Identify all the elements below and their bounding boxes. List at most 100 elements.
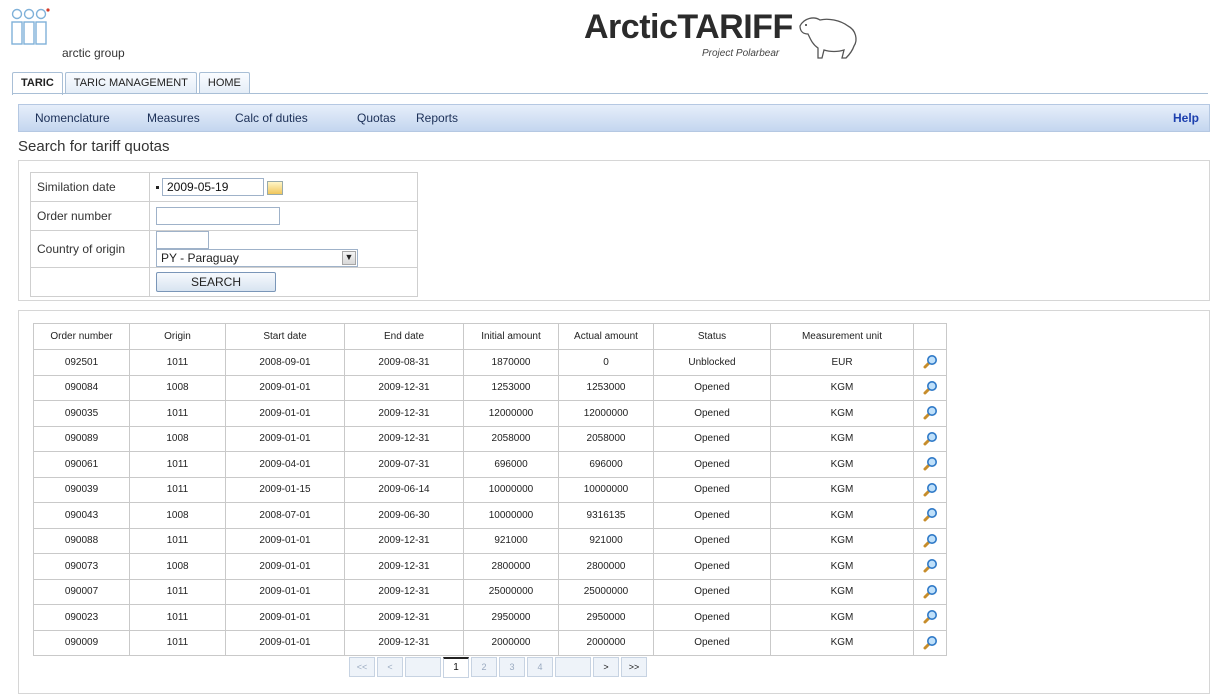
cell-origin: 1008 [129,374,226,401]
pager-first-button[interactable]: << [349,657,375,677]
menu-item-nomenclature[interactable]: Nomenclature [35,105,110,131]
pagination: << < 1 2 3 4 > >> [349,657,649,679]
menu-item-measures[interactable]: Measures [147,105,200,131]
cell-measurement-unit: KGM [770,502,914,529]
cell-order-number: 090088 [33,527,130,554]
tab-home[interactable]: HOME [198,72,250,93]
table-row: 090009 1011 2009-01-01 2009-12-31 2000000 200… [33,629,947,656]
cell-start-date: 2008-09-01 [225,349,345,376]
magnifier-icon[interactable] [922,431,938,447]
cell-end-date: 2009-12-31 [344,527,464,554]
cell-action [913,374,947,401]
tab-taric-management[interactable]: TARIC MANAGEMENT [64,72,197,93]
pager-page-4[interactable]: 4 [527,657,553,677]
cell-action [913,604,947,631]
cell-initial-amount: 2058000 [463,425,559,452]
cell-action [913,476,947,503]
tab-divider [12,93,1208,94]
cell-end-date: 2009-12-31 [344,578,464,605]
cell-initial-amount: 10000000 [463,502,559,529]
cell-status: Opened [653,553,771,580]
country-select-value: PY - Paraguay [161,251,239,265]
cell-start-date: 2009-01-01 [225,553,345,580]
table-row: 090023 1011 2009-01-01 2009-12-31 2950000 295… [33,604,947,631]
col-header-start-date: Start date [225,323,345,350]
cell-start-date: 2009-01-15 [225,476,345,503]
cell-order-number: 090084 [33,374,130,401]
menu-item-calc-of-duties[interactable]: Calc of duties [235,105,308,131]
cell-order-number: 090043 [33,502,130,529]
cell-end-date: 2009-12-31 [344,400,464,427]
cell-measurement-unit: KGM [770,604,914,631]
cell-actual-amount: 1253000 [558,374,654,401]
magnifier-icon[interactable] [922,380,938,396]
magnifier-icon[interactable] [922,482,938,498]
cell-initial-amount: 2950000 [463,604,559,631]
search-button[interactable]: SEARCH [156,272,276,292]
cell-measurement-unit: KGM [770,578,914,605]
menu-item-quotas[interactable]: Quotas [357,105,396,131]
magnifier-icon[interactable] [922,456,938,472]
pager-page-3[interactable]: 3 [499,657,525,677]
help-link[interactable]: Help [1173,105,1199,131]
cell-end-date: 2009-06-30 [344,502,464,529]
table-header-row: Order number Origin Start date End date … [33,323,947,350]
cell-status: Opened [653,476,771,503]
magnifier-icon[interactable] [922,354,938,370]
simulation-date-label: Similation date [30,172,150,202]
magnifier-icon[interactable] [922,635,938,651]
pager-last-button[interactable]: >> [621,657,647,677]
cell-start-date: 2009-01-01 [225,629,345,656]
cell-action [913,578,947,605]
cell-origin: 1011 [129,527,226,554]
cell-action [913,553,947,580]
magnifier-icon[interactable] [922,405,938,421]
top-tabs: TARIC TARIC MANAGEMENT HOME [12,72,250,95]
cell-actual-amount: 9316135 [558,502,654,529]
country-select[interactable]: PY - Paraguay ▼ [156,249,358,267]
pager-prev-button[interactable]: < [377,657,403,677]
cell-actual-amount: 25000000 [558,578,654,605]
magnifier-icon[interactable] [922,609,938,625]
cell-initial-amount: 1253000 [463,374,559,401]
magnifier-icon[interactable] [922,584,938,600]
pager-page-2[interactable]: 2 [471,657,497,677]
magnifier-icon[interactable] [922,558,938,574]
pager-page-1[interactable]: 1 [443,657,469,678]
cell-action [913,451,947,478]
cell-measurement-unit: KGM [770,425,914,452]
calendar-icon[interactable] [267,180,283,195]
table-row: 090043 1008 2008-07-01 2009-06-30 10000000 93… [33,502,947,529]
cell-status: Opened [653,400,771,427]
cell-start-date: 2009-01-01 [225,400,345,427]
cell-origin: 1011 [129,629,226,656]
cell-actual-amount: 12000000 [558,400,654,427]
pager-next-button[interactable]: > [593,657,619,677]
main-menu-bar: Nomenclature Measures Calc of duties Quo… [18,104,1210,132]
chevron-down-icon[interactable]: ▼ [342,251,356,265]
empty-cell [30,267,150,297]
pager-spacer [555,657,591,677]
simulation-date-input[interactable] [162,178,264,196]
cell-status: Opened [653,527,771,554]
cell-action [913,425,947,452]
col-header-initial-amount: Initial amount [463,323,559,350]
cell-status: Opened [653,425,771,452]
magnifier-icon[interactable] [922,533,938,549]
country-code-input[interactable] [156,231,209,249]
tab-taric[interactable]: TARIC [12,72,63,95]
cell-measurement-unit: KGM [770,553,914,580]
order-number-input[interactable] [156,207,280,225]
cell-end-date: 2009-12-31 [344,374,464,401]
cell-start-date: 2009-01-01 [225,425,345,452]
cell-actual-amount: 921000 [558,527,654,554]
cell-end-date: 2009-12-31 [344,553,464,580]
cell-origin: 1011 [129,451,226,478]
menu-item-reports[interactable]: Reports [416,105,458,131]
table-row: 090088 1011 2009-01-01 2009-12-31 921000 9210… [33,527,947,554]
table-row: 092501 1011 2008-09-01 2009-08-31 1870000 0 Un… [33,349,947,376]
cell-initial-amount: 696000 [463,451,559,478]
table-row: 090089 1008 2009-01-01 2009-12-31 2058000 205… [33,425,947,452]
magnifier-icon[interactable] [922,507,938,523]
cell-actual-amount: 696000 [558,451,654,478]
